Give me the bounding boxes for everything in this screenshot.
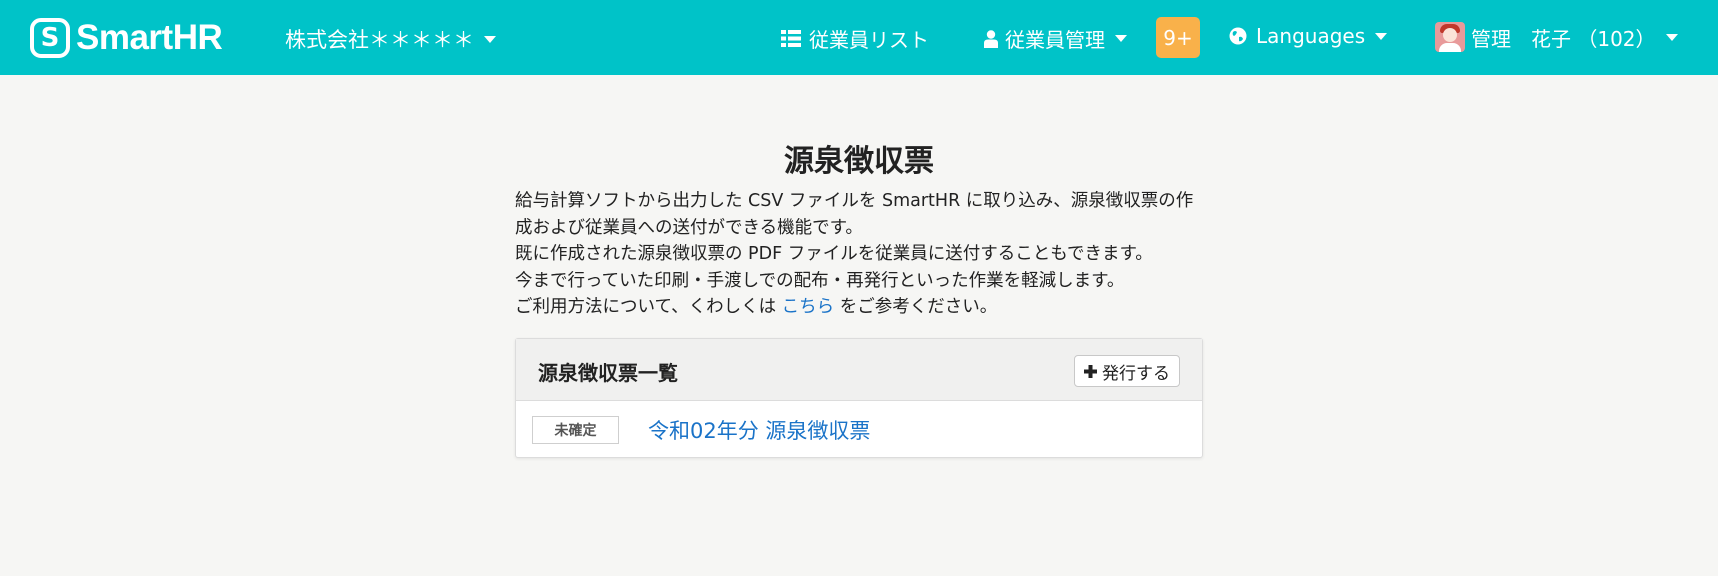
nav-employee-manage[interactable]: 従業員管理 [984,24,1127,53]
list-item: 未確定 令和02年分 源泉徴収票 [516,401,1202,457]
nav-employee-list[interactable]: 従業員リスト [781,24,929,53]
help-link[interactable]: こちら [782,297,835,317]
nav-employee-manage-label: 従業員管理 [1005,28,1105,52]
nav-employee-list-label: 従業員リスト [809,28,929,52]
top-navbar: S SmartHR 株式会社＊＊＊＊＊ 従業員リスト 従業員管理 9+ Lang… [0,0,1718,75]
company-name: 株式会社＊＊＊＊＊ [285,28,474,52]
panel-header: 源泉徴収票一覧 発行する [516,339,1202,401]
page-description: 給与計算ソフトから出力した CSV ファイルを SmartHR に取り込み、源泉… [515,188,1205,321]
page-title: 源泉徴収票 [784,144,934,179]
issue-button[interactable]: 発行する [1074,355,1180,387]
plus-icon [1084,364,1097,378]
chevron-down-icon [1375,32,1388,40]
description-text: ご利用方法について、くわしくは [515,297,782,318]
panel-title: 源泉徴収票一覧 [538,361,678,385]
description-line: 今まで行っていた印刷・手渡しでの配布・再発行といった作業を軽減します。 [515,270,1125,291]
withholding-slip-panel: 源泉徴収票一覧 発行する 未確定 令和02年分 源泉徴収票 [515,338,1203,458]
globe-icon [1229,27,1247,45]
withholding-slip-link[interactable]: 令和02年分 源泉徴収票 [648,415,870,445]
chevron-down-icon [1115,35,1127,42]
company-switcher[interactable]: 株式会社＊＊＊＊＊ [285,24,496,54]
issue-button-label: 発行する [1102,363,1170,384]
person-icon [984,29,998,48]
smarthr-logo-icon: S [30,18,70,58]
status-badge: 未確定 [532,416,619,444]
user-menu[interactable]: 管理 花子 （102） [1435,22,1678,52]
languages-menu[interactable]: Languages [1229,24,1388,48]
description-line: 給与計算ソフトから出力した CSV ファイルを SmartHR に取り込み、源泉… [515,191,1194,238]
logo-text: SmartHR [76,18,223,57]
description-text: をご参考ください。 [834,297,998,318]
description-line: 既に作成された源泉徴収票の PDF ファイルを従業員に送付することもできます。 [515,244,1153,265]
user-name: 管理 花子 （102） [1471,26,1656,51]
avatar [1435,22,1465,52]
description-line: ご利用方法について、くわしくは こちら をご参考ください。 [515,294,1205,321]
languages-label: Languages [1256,24,1366,48]
list-icon [781,30,801,47]
chevron-down-icon [1665,33,1678,41]
smarthr-logo[interactable]: S SmartHR [30,16,223,60]
notification-badge[interactable]: 9+ [1156,17,1200,58]
chevron-down-icon [484,35,496,43]
